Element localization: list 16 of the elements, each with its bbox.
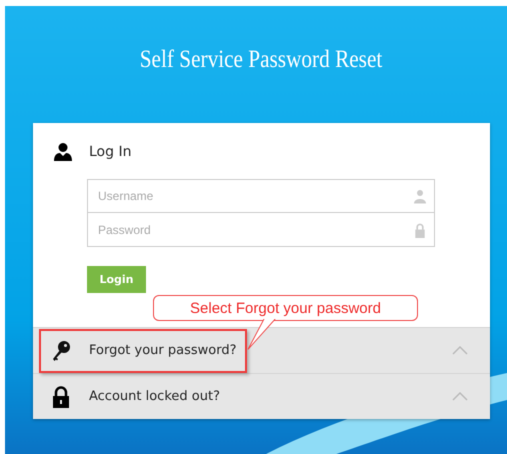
caret-up-icon xyxy=(452,392,468,401)
callout-text: Select Forgot your password xyxy=(190,300,381,316)
lock-icon xyxy=(51,386,71,408)
app-title: Self Service Password Reset xyxy=(138,46,384,75)
section-label: Forgot your password? xyxy=(89,343,237,358)
caret-up-icon xyxy=(452,346,468,355)
login-heading: Log In xyxy=(89,144,132,160)
key-icon xyxy=(51,340,71,362)
password-field[interactable]: Password xyxy=(87,213,435,247)
username-field[interactable]: Username xyxy=(87,179,435,213)
accordion-item[interactable]: Account locked out? xyxy=(33,373,490,419)
person-icon xyxy=(53,142,73,162)
lock-icon xyxy=(414,223,426,238)
accordion-item[interactable]: Forgot your password? xyxy=(33,327,490,373)
section-label: Account locked out? xyxy=(89,389,220,404)
person-icon xyxy=(414,189,426,204)
